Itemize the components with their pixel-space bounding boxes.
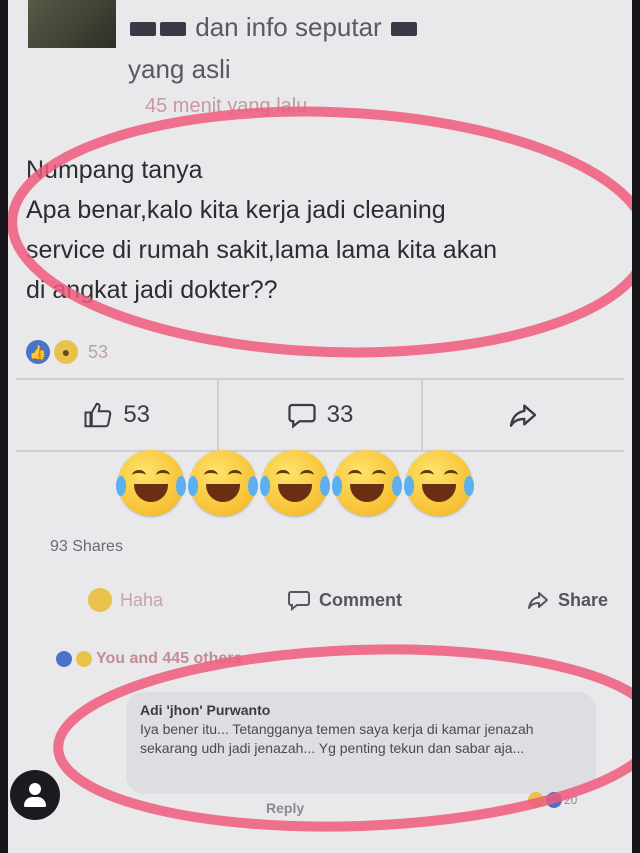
- post-line: Apa benar,kalo kita kerja jadi cleaning: [26, 196, 446, 224]
- redacted-block: [160, 22, 186, 37]
- post-timestamp[interactable]: 45 menit yang lalu: [145, 95, 307, 118]
- post-line: di angkat jadi dokter??: [26, 276, 278, 304]
- share-action-button[interactable]: Share: [526, 588, 608, 612]
- comment-bubble: Adi 'jhon' Purwanto Iya bener itu... Tet…: [126, 692, 596, 794]
- group-name[interactable]: dan info seputar yang asli: [128, 6, 588, 90]
- comment-icon: [287, 591, 310, 612]
- laughing-crying-emoji: [332, 450, 402, 516]
- bottom-action-bar: Haha Comment Share: [88, 588, 608, 612]
- reactions-summary-text: You and 445 others: [96, 650, 243, 667]
- group-name-text: dan info seputar: [195, 12, 382, 42]
- comment-count: 33: [326, 401, 354, 428]
- comment-reply-button[interactable]: Reply: [266, 800, 304, 816]
- group-name-text-2: yang asli: [128, 54, 231, 84]
- post-body: Numpang tanya Apa benar,kalo kita kerja …: [26, 150, 616, 310]
- post-reaction-summary[interactable]: 👍 ● 53: [26, 338, 108, 366]
- reaction-count: 53: [88, 341, 109, 362]
- comment-reaction-count: 20: [564, 793, 578, 807]
- thumbs-up-icon: [84, 402, 112, 428]
- comment-author[interactable]: Adi 'jhon' Purwanto: [140, 702, 582, 718]
- like-reaction-icon: [56, 651, 72, 667]
- laughing-crying-emoji: [260, 450, 330, 516]
- like-reaction-icon: [546, 792, 562, 808]
- post-line: Numpang tanya: [26, 156, 203, 184]
- laughing-crying-emoji: [404, 450, 474, 516]
- profile-badge-icon: [10, 770, 60, 820]
- comment-reaction-summary[interactable]: 20: [528, 792, 577, 808]
- share-action-label: Share: [557, 589, 608, 610]
- haha-icon: [88, 588, 112, 612]
- share-arrow-icon: [527, 592, 548, 609]
- share-button[interactable]: [423, 380, 624, 450]
- haha-reaction-icon: ●: [54, 340, 78, 364]
- haha-label: Haha: [120, 589, 164, 610]
- redacted-block: [130, 22, 156, 37]
- group-avatar[interactable]: [28, 0, 116, 48]
- haha-reaction-icon: [528, 792, 544, 808]
- like-button[interactable]: 53: [16, 380, 220, 450]
- haha-button[interactable]: Haha: [88, 588, 163, 612]
- like-reaction-icon: 👍: [26, 340, 50, 364]
- shares-count[interactable]: 93 Shares: [50, 538, 123, 556]
- share-arrow-icon: [510, 404, 537, 427]
- laughing-crying-emoji: [116, 450, 186, 516]
- comment-button[interactable]: 33: [219, 380, 423, 450]
- laughing-crying-emoji: [188, 450, 258, 516]
- comment-icon: [288, 403, 316, 429]
- comment-action-label: Comment: [318, 589, 402, 610]
- facebook-screenshot: dan info seputar yang asli 45 menit yang…: [8, 0, 632, 853]
- redacted-block: [390, 22, 417, 37]
- like-count: 53: [123, 401, 151, 428]
- emoji-comment-row: [116, 450, 474, 516]
- comment-action-button[interactable]: Comment: [287, 588, 402, 612]
- haha-reaction-icon: [76, 651, 92, 667]
- post-line: service di rumah sakit,lama lama kita ak…: [26, 236, 498, 264]
- comment-text: Iya bener itu... Tetangganya temen saya …: [140, 721, 534, 756]
- reactions-summary[interactable]: You and 445 others: [56, 650, 242, 668]
- post-action-bar: 53 33: [16, 378, 624, 452]
